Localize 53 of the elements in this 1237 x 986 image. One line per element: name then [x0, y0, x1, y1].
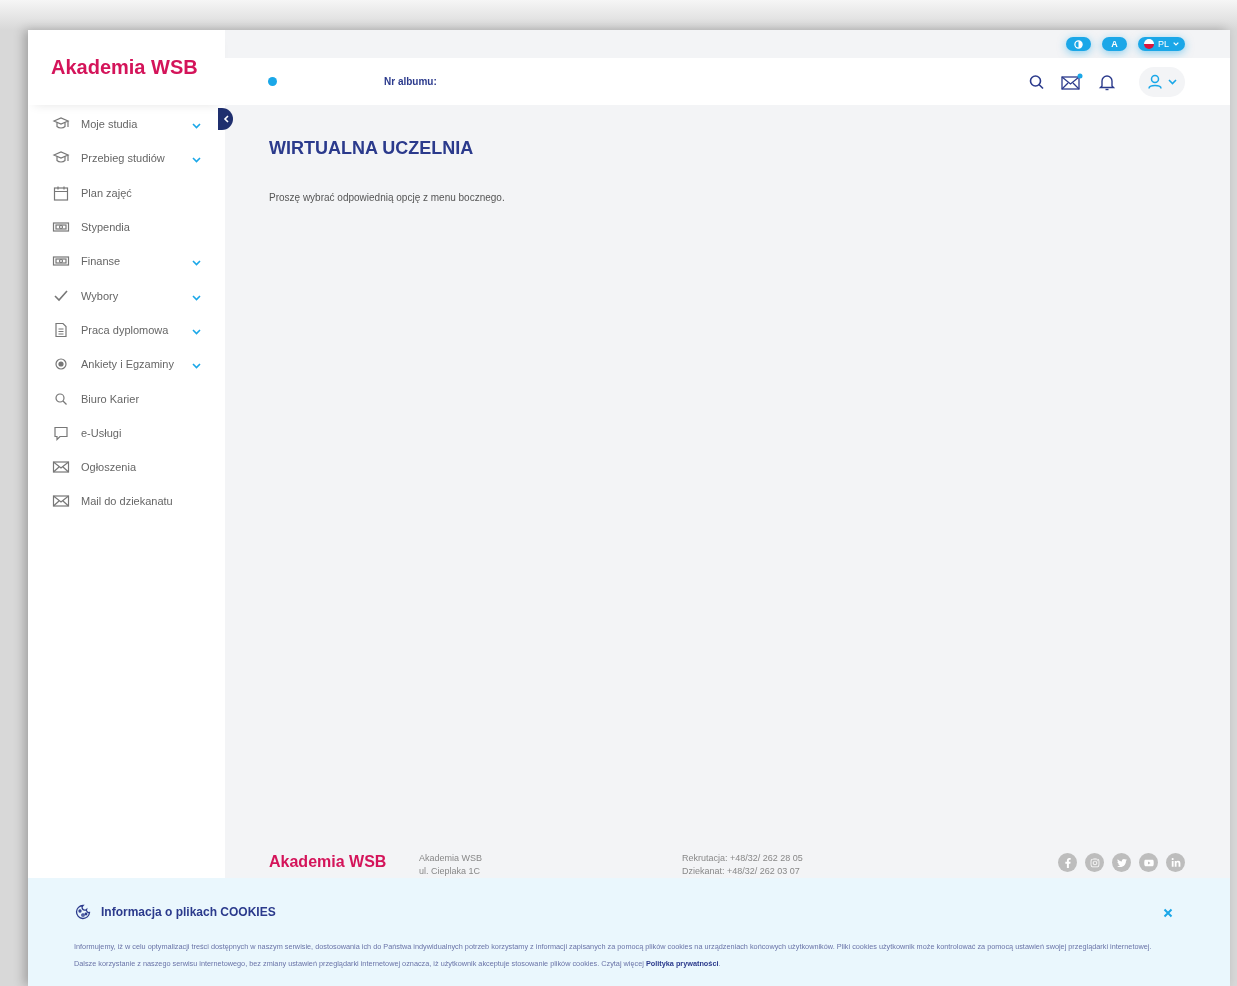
- facebook-icon[interactable]: [1058, 853, 1077, 872]
- close-button[interactable]: [1162, 906, 1174, 918]
- close-icon: [1163, 908, 1173, 918]
- chevron-down-icon: [192, 294, 201, 301]
- album-number-label: Nr albumu:: [384, 76, 437, 87]
- chevron-down-icon: [192, 328, 201, 335]
- linkedin-icon[interactable]: [1166, 853, 1185, 872]
- address-line: ul. Cieplaka 1C: [419, 866, 482, 876]
- sidebar-item[interactable]: Mail do dziekanatu: [28, 484, 215, 519]
- instagram-icon[interactable]: [1085, 853, 1104, 872]
- page-title: WIRTUALNA UCZELNIA: [269, 138, 475, 159]
- twitter-bird-icon[interactable]: [1112, 853, 1131, 872]
- user-icon: [1147, 74, 1162, 89]
- sidebar-item[interactable]: Finanse: [28, 244, 215, 279]
- sidebar-item[interactable]: Praca dyplomowa: [28, 312, 215, 348]
- envelope-icon: [52, 459, 70, 476]
- contact-phone: Dziekanat: +48/32/ 262 03 07: [682, 866, 801, 876]
- contact-phone: Rekrutacja: +48/32/ 262 28 05: [682, 853, 804, 863]
- chevron-down-icon: [192, 123, 201, 130]
- sidebar-item[interactable]: Biuro Karier: [28, 381, 215, 416]
- document-icon: [52, 321, 70, 338]
- radio-dot-icon: [52, 356, 70, 373]
- sidebar-item[interactable]: Plan zajęć: [28, 175, 215, 210]
- cookie-icon: [74, 904, 92, 920]
- sidebar-item[interactable]: Ogłoszenia: [28, 449, 215, 485]
- chevron-down-icon: [192, 363, 201, 370]
- speech-bubble-icon: [52, 424, 70, 441]
- sidebar-item[interactable]: e-Usługi: [28, 415, 215, 450]
- chevron-down-icon: [1173, 42, 1179, 46]
- footer-logo: Akademia WSB: [269, 853, 388, 871]
- address-line: Akademia WSB: [419, 853, 484, 863]
- chevron-down-icon: [192, 260, 201, 267]
- chevron-left-icon: [222, 115, 229, 123]
- bell-icon[interactable]: [1097, 72, 1117, 91]
- chevron-down-icon: [192, 157, 201, 164]
- collapse-sidebar-button[interactable]: [218, 108, 233, 130]
- chevron-down-icon: [1167, 78, 1177, 85]
- contrast-button[interactable]: [1066, 37, 1091, 51]
- sidebar-item[interactable]: Przebieg studiów: [28, 141, 215, 176]
- info-message: Proszę wybrać odpowiednią opcję z menu bocznego.: [269, 192, 506, 203]
- sidebar-item[interactable]: Moje studia: [28, 107, 215, 142]
- contrast-icon: [1074, 39, 1083, 49]
- sidebar-item[interactable]: Stypendia: [28, 209, 215, 245]
- sidebar-item[interactable]: Ankiety i Egzaminy: [28, 347, 215, 382]
- cookie-title: Informacja o plikach COOKIES: [101, 905, 276, 919]
- user-menu-button[interactable]: [1139, 66, 1185, 97]
- sidebar-item[interactable]: Wybory: [28, 278, 215, 313]
- logo[interactable]: Akademia WSB: [51, 56, 198, 79]
- youtube-icon[interactable]: [1139, 853, 1158, 872]
- calendar-icon: [52, 184, 70, 201]
- flag-icon: [1144, 39, 1154, 49]
- mail-icon[interactable]: [1061, 72, 1083, 91]
- envelope-icon: [52, 493, 70, 510]
